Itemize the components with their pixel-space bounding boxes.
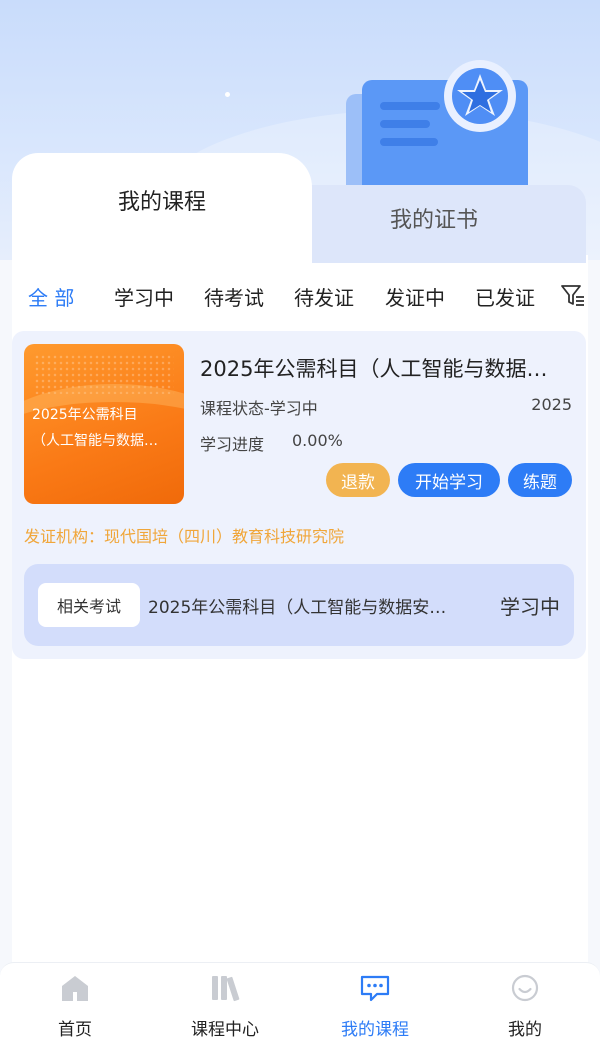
- nav-my-courses[interactable]: 我的课程: [300, 963, 450, 1041]
- filter-studying[interactable]: 学习中: [114, 282, 174, 311]
- nav-course-center-label: 课程中心: [191, 1020, 259, 1040]
- chat-icon: [360, 975, 390, 1002]
- course-title[interactable]: 2025年公需科目（人工智能与数据…: [200, 353, 547, 383]
- filter-pending-exam[interactable]: 待考试: [204, 282, 264, 311]
- start-learning-button[interactable]: 开始学习: [398, 463, 500, 497]
- nav-mine[interactable]: 我的: [450, 963, 600, 1041]
- related-exam-name: 2025年公需科目（人工智能与数据安…: [148, 598, 447, 618]
- thumbnail-title-line2: （人工智能与数据…: [32, 433, 158, 449]
- filter-all[interactable]: 全 部: [28, 282, 74, 311]
- tab-bar: 我的证书 我的课程: [12, 153, 586, 263]
- refund-button[interactable]: 退款: [326, 463, 390, 497]
- progress-label: 学习进度: [200, 435, 265, 454]
- filter-icon[interactable]: [560, 282, 586, 308]
- course-year: 2025: [531, 395, 572, 414]
- progress-value: 0.00%: [292, 431, 343, 450]
- thumbnail-title-line1: 2025年公需科目: [32, 407, 138, 423]
- bottom-nav: 首页 课程中心 我的课程 我的: [0, 962, 600, 1041]
- page: 我的证书 我的课程 全 部 学习中 待考试 待发证 发证中 已发证 2025年公…: [0, 0, 600, 1041]
- status-filter-bar: 全 部 学习中 待考试 待发证 发证中 已发证: [12, 270, 588, 322]
- nav-mine-label: 我的: [508, 1020, 542, 1040]
- nav-home[interactable]: 首页: [0, 963, 150, 1041]
- related-exam-tag: 相关考试: [38, 583, 140, 627]
- tab-my-certificates[interactable]: 我的证书: [282, 185, 586, 263]
- course-card[interactable]: 2025年公需科目 （人工智能与数据… 2025年公需科目（人工智能与数据… 课…: [12, 331, 586, 659]
- books-icon: [212, 976, 240, 1002]
- nav-home-label: 首页: [58, 1020, 92, 1040]
- tab-my-courses[interactable]: 我的课程: [12, 153, 312, 263]
- filter-pending-cert[interactable]: 待发证: [294, 282, 354, 311]
- course-status: 课程状态-学习中: [200, 399, 318, 418]
- nav-course-center[interactable]: 课程中心: [150, 963, 300, 1041]
- smile-icon: [511, 974, 539, 1002]
- issuing-institution: 发证机构：现代国培（四川）教育科技研究院: [24, 527, 345, 546]
- home-icon: [62, 976, 88, 1001]
- nav-my-courses-label: 我的课程: [341, 1020, 409, 1040]
- course-thumbnail[interactable]: 2025年公需科目 （人工智能与数据…: [24, 344, 184, 504]
- related-exam-row[interactable]: 相关考试 2025年公需科目（人工智能与数据安… 学习中: [24, 564, 574, 646]
- filter-issued[interactable]: 已发证: [475, 282, 535, 311]
- practice-button[interactable]: 练题: [508, 463, 572, 497]
- filter-issuing[interactable]: 发证中: [385, 282, 445, 311]
- related-exam-status: 学习中: [500, 595, 560, 619]
